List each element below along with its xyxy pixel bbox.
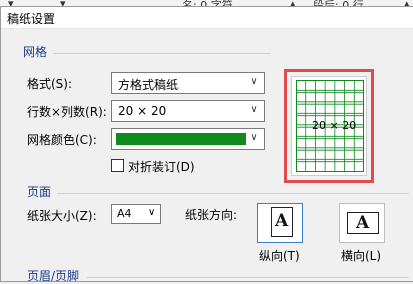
grid-group-title: 网格: [23, 45, 48, 59]
grid-color-dropdown[interactable]: ∨: [111, 128, 265, 150]
dialog-title: 稿纸设置: [7, 12, 56, 26]
portrait-letter-icon: A: [275, 211, 289, 231]
portrait-button[interactable]: A: [257, 203, 303, 243]
preview-highlight-frame: 20 × 20: [284, 69, 374, 183]
chevron-down-icon: ∨: [250, 76, 258, 87]
paper-size-dropdown[interactable]: A4 ∨: [111, 204, 161, 224]
landscape-label[interactable]: 横向(L): [341, 247, 381, 264]
rows-cols-dropdown[interactable]: 20 × 20 ∨: [111, 100, 265, 122]
grid-color-label: 网格颜色(C):: [27, 133, 97, 147]
format-value: 方格式稿纸: [118, 78, 179, 92]
portrait-page-icon: A: [271, 207, 293, 237]
rows-cols-label: 行数×列数(R):: [27, 105, 107, 119]
paper-size-value: A4: [117, 207, 132, 220]
format-label: 格式(S):: [27, 77, 73, 91]
format-dropdown[interactable]: 方格式稿纸 ∨: [111, 72, 265, 94]
group-divider: [53, 53, 271, 54]
fold-binding-checkbox[interactable]: [111, 159, 124, 172]
chevron-down-icon: ∨: [250, 132, 258, 143]
rows-cols-value: 20 × 20: [118, 104, 167, 118]
chevron-down-icon: ∨: [250, 104, 258, 115]
landscape-button[interactable]: A: [339, 203, 385, 243]
grid-color-swatch: [116, 133, 246, 145]
orientation-label: 纸张方向:: [185, 208, 238, 222]
manuscript-settings-dialog: 稿纸设置 网格 格式(S): 方格式稿纸 ∨ 行数×列数(R): 20 × 20…: [0, 6, 413, 283]
preview-size-label: 20 × 20: [312, 119, 357, 132]
group-divider: [87, 277, 409, 278]
preview-page: 20 × 20: [291, 76, 367, 176]
dialog-titlebar[interactable]: 稿纸设置: [1, 7, 413, 29]
chevron-down-icon: ∨: [148, 207, 156, 218]
header-footer-group-title: 页眉/页脚: [27, 269, 80, 283]
landscape-page-icon: A: [347, 212, 379, 234]
group-divider: [57, 193, 409, 194]
portrait-label[interactable]: 纵向(T): [259, 247, 300, 264]
paper-size-label: 纸张大小(Z):: [27, 209, 97, 223]
fold-binding-label[interactable]: 对折装订(D): [128, 158, 195, 175]
page-group-title: 页面: [27, 185, 52, 199]
landscape-letter-icon: A: [356, 213, 370, 233]
